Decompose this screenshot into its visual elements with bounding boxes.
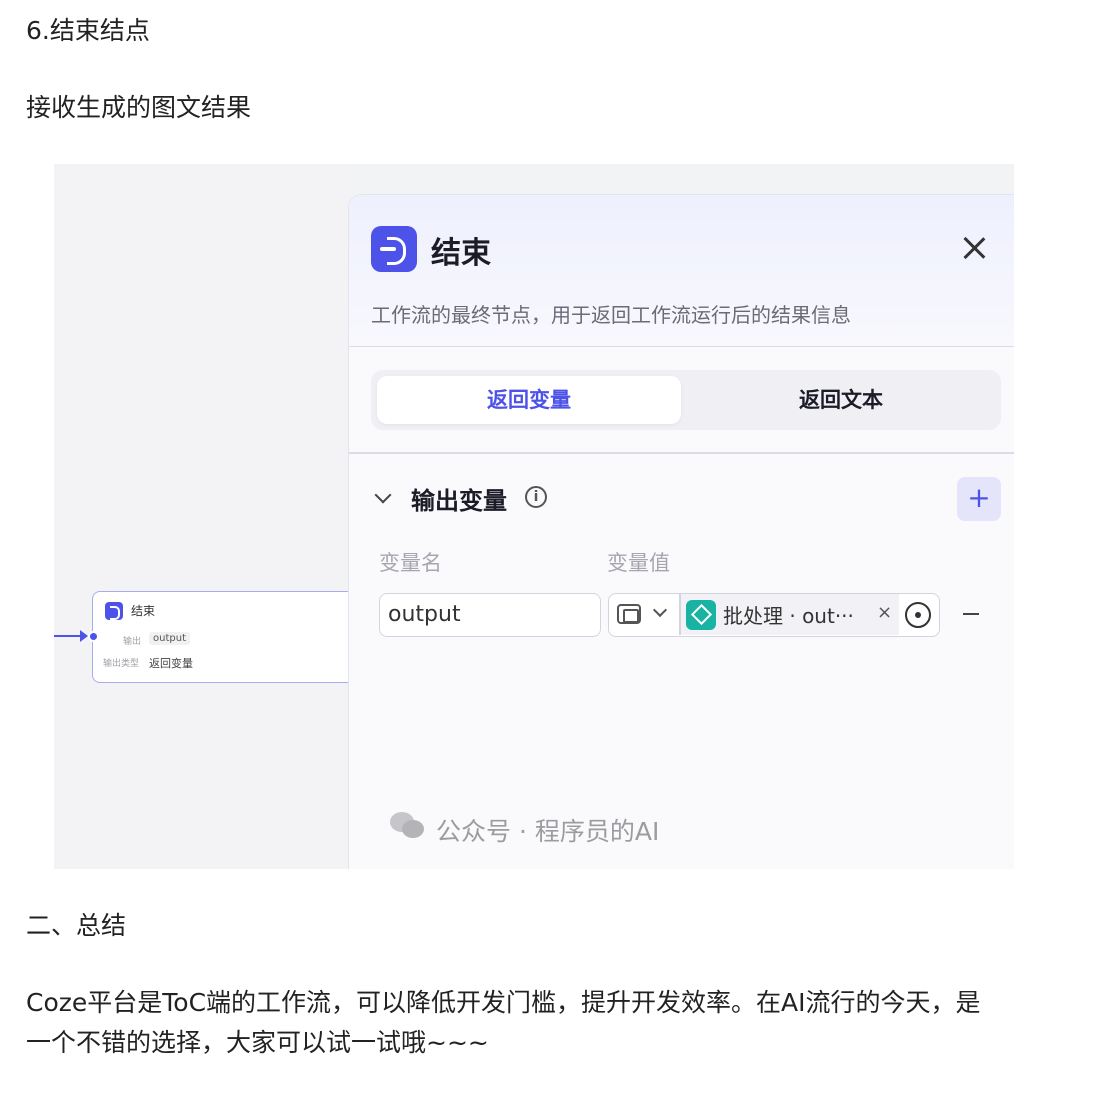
end-node-panel: 结束 工作流的最终节点，用于返回工作流运行后的结果信息 返回变量 返回文本 输出… [348, 194, 1014, 869]
output-type-label: 输出类型 [103, 659, 140, 669]
end-node-card[interactable]: 结束 输出 output 输出类型 返回变量 [92, 591, 348, 683]
end-node-card-title: 结束 [131, 604, 156, 618]
panel-header: 结束 工作流的最终节点，用于返回工作流运行后的结果信息 [349, 195, 1014, 347]
workflow-canvas[interactable]: 结束 输出 output 输出类型 返回变量 [54, 164, 348, 869]
chevron-down-icon[interactable] [374, 486, 392, 504]
info-icon[interactable]: i [525, 486, 547, 508]
end-node-description: 接收生成的图文结果 [26, 93, 252, 122]
panel-title: 结束 [431, 236, 491, 271]
reference-text: 批处理 · out··· [723, 604, 854, 628]
workflow-screenshot: 结束 输出 output 输出类型 返回变量 结束 工作流的最终节点，用于返回工… [54, 164, 1014, 869]
image-list-icon[interactable] [617, 604, 641, 624]
column-header-value: 变量值 [607, 551, 670, 575]
output-label: 输出 [123, 637, 142, 647]
panel-description: 工作流的最终节点，用于返回工作流运行后的结果信息 [371, 303, 851, 327]
add-variable-button[interactable]: + [957, 477, 1001, 521]
watermark: 公众号 · 程序员的AI [436, 817, 660, 846]
chevron-down-icon[interactable] [652, 602, 668, 618]
batch-layers-icon [686, 600, 716, 630]
divider [349, 452, 1014, 454]
section-heading-end-node: 6.结束结点 [26, 16, 150, 45]
reference-tag[interactable]: 批处理 · out··· × [681, 594, 899, 635]
column-header-name: 变量名 [379, 551, 442, 575]
variable-settings-icon[interactable] [905, 602, 931, 628]
end-node-icon [105, 602, 123, 620]
summary-line-1: Coze平台是ToC端的工作流，可以降低开发门槛，提升开发效率。在AI流行的今天… [26, 988, 981, 1017]
section-heading-summary: 二、总结 [26, 911, 127, 940]
variable-value-field[interactable]: 批处理 · out··· × [608, 593, 940, 637]
summary-line-2: 一个不错的选择，大家可以试一试哦~~~ [26, 1028, 489, 1057]
output-variables-title: 输出变量 [411, 487, 507, 515]
input-port[interactable] [88, 631, 99, 642]
tab-return-variable[interactable]: 返回变量 [377, 376, 681, 424]
output-value: output [149, 632, 190, 645]
end-node-icon [371, 226, 417, 272]
remove-reference-icon[interactable]: × [877, 602, 892, 623]
connection-arrow-icon [80, 630, 88, 642]
output-type-value: 返回变量 [149, 657, 193, 670]
remove-row-icon[interactable] [963, 613, 979, 615]
close-icon[interactable] [961, 235, 987, 261]
output-mode-tabs: 返回变量 返回文本 [371, 370, 1001, 430]
tab-return-text[interactable]: 返回文本 [687, 376, 995, 424]
wechat-icon [390, 812, 426, 840]
variable-name-input[interactable]: output [379, 593, 601, 637]
